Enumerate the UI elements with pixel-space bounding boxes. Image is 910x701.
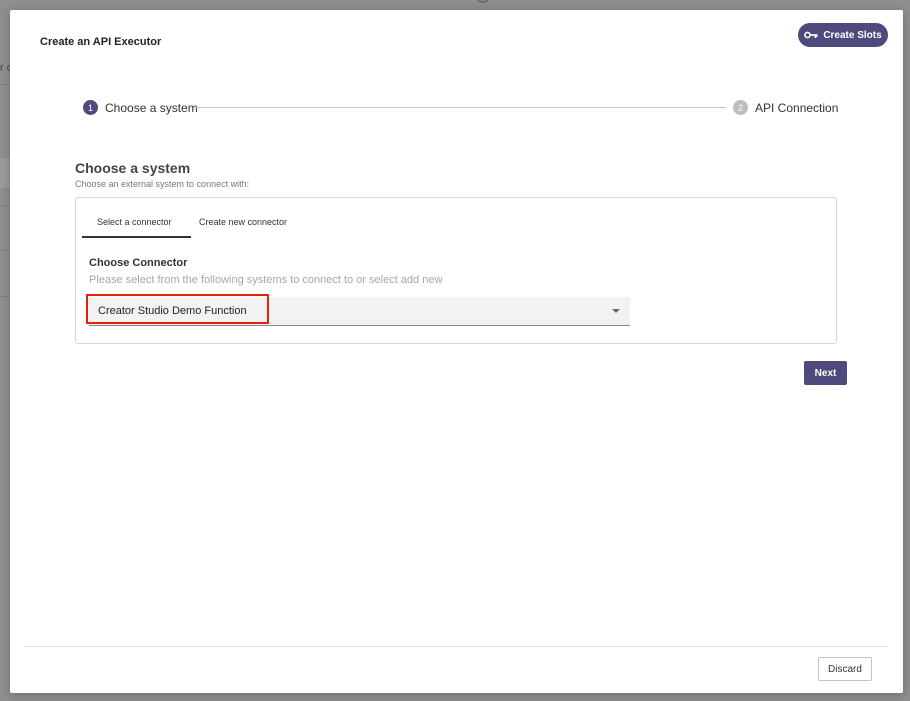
discard-button[interactable]: Discard xyxy=(818,657,872,681)
tab-create-new-connector[interactable]: Create new connector xyxy=(199,217,287,227)
step-choose-system: 1 Choose a system xyxy=(83,100,198,115)
key-icon xyxy=(804,31,818,39)
create-slots-label: Create Slots xyxy=(823,29,882,41)
section-title: Choose a system xyxy=(75,160,191,176)
background-divider xyxy=(0,205,10,206)
step-label: Choose a system xyxy=(105,100,198,115)
create-slots-button[interactable]: Create Slots xyxy=(798,23,888,47)
section-subtitle: Choose an external system to connect wit… xyxy=(75,179,250,189)
background-divider xyxy=(0,84,10,85)
modal-title: Create an API Executor xyxy=(40,36,162,48)
step-label: API Connection xyxy=(755,100,839,115)
connector-selected-value: Creator Studio Demo Function xyxy=(98,305,247,317)
choose-connector-label: Choose Connector xyxy=(89,257,188,269)
footer-divider xyxy=(24,646,888,647)
step-api-connection: 2 API Connection xyxy=(733,100,838,115)
step-number-badge: 1 xyxy=(83,100,98,115)
background-text: r c xyxy=(0,62,10,74)
background-row xyxy=(0,158,10,188)
next-button[interactable]: Next xyxy=(804,361,847,385)
dropdown-arrow-icon xyxy=(612,309,620,313)
step-number-badge: 2 xyxy=(733,100,748,115)
tab-select-connector[interactable]: Select a connector xyxy=(97,217,172,227)
background-divider xyxy=(0,250,10,251)
api-executor-modal: Create an API Executor Create Slots 1 Ch… xyxy=(10,10,903,693)
background-icon xyxy=(476,0,490,3)
background-divider xyxy=(0,296,10,297)
connector-panel: Select a connector Create new connector … xyxy=(75,197,837,344)
active-tab-indicator xyxy=(82,236,191,238)
choose-connector-help: Please select from the following systems… xyxy=(89,274,443,286)
stepper-connector-line xyxy=(194,107,726,108)
connector-select[interactable]: Creator Studio Demo Function xyxy=(89,297,630,326)
